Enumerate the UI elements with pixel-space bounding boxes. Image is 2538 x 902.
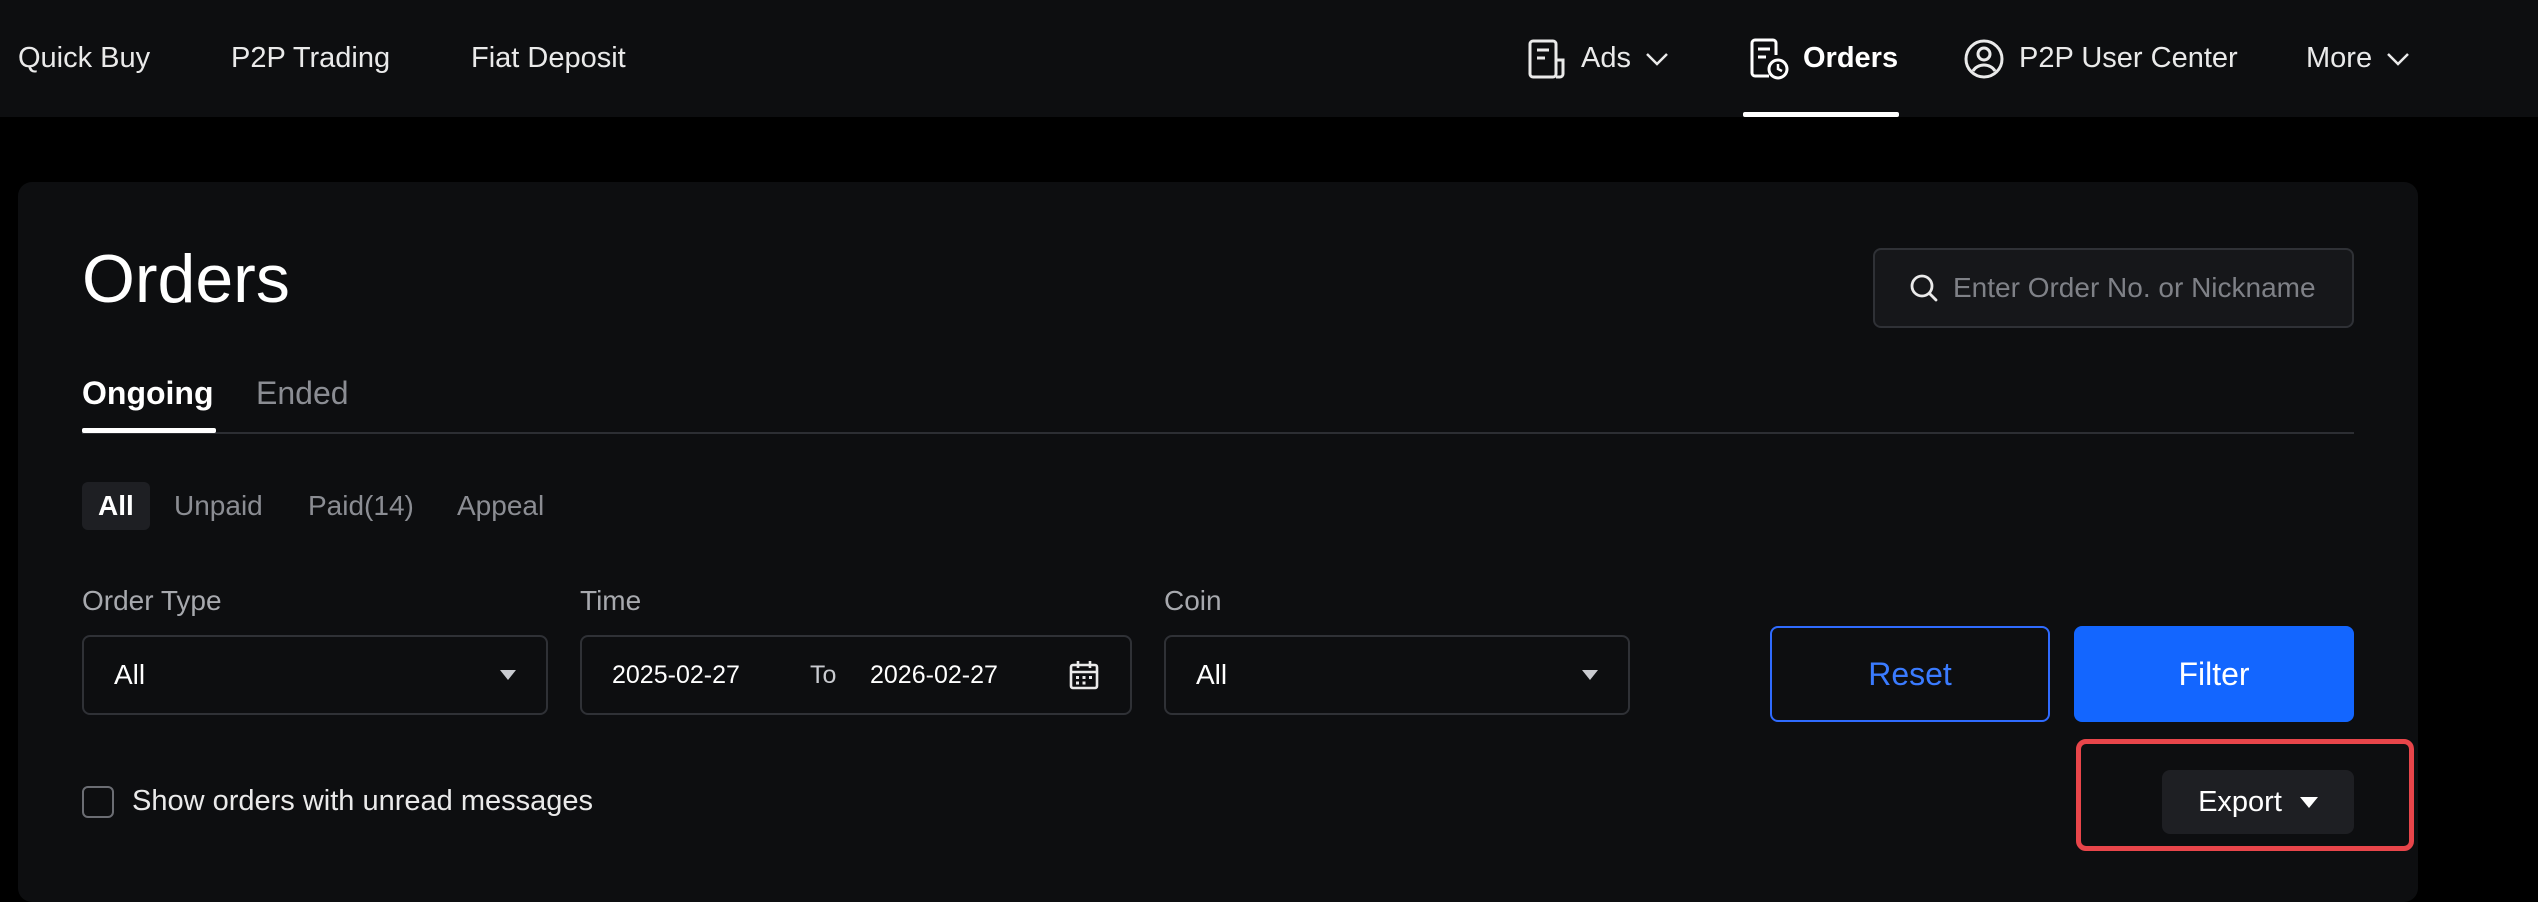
coin-label: Coin <box>1164 585 1222 616</box>
nav-orders[interactable]: Orders <box>1749 0 1898 117</box>
unread-messages-label: Show orders with unread messages <box>132 785 594 817</box>
search-box[interactable] <box>1873 248 2354 328</box>
nav-quick-buy-label: Quick Buy <box>18 42 151 74</box>
reset-button[interactable]: Reset <box>1770 626 2050 722</box>
order-type-select[interactable]: All <box>82 635 548 715</box>
ads-icon <box>1527 38 1567 80</box>
export-label: Export <box>2198 785 2282 818</box>
nav-orders-label: Orders <box>1803 42 1899 74</box>
tabs-divider <box>82 432 2354 434</box>
subtab-appeal[interactable]: Appeal <box>441 482 560 530</box>
calendar-icon[interactable] <box>1068 659 1100 696</box>
date-to-input[interactable]: 2026-02-27 <box>870 637 998 713</box>
caret-down-icon <box>500 670 516 680</box>
export-button[interactable]: Export <box>2162 770 2354 834</box>
order-type-label: Order Type <box>82 585 222 616</box>
search-icon <box>1910 274 1938 302</box>
time-label: Time <box>580 585 642 616</box>
subtab-paid[interactable]: Paid(14) <box>292 482 430 530</box>
search-input[interactable] <box>1951 271 2331 305</box>
date-to-separator: To <box>810 660 837 689</box>
subtab-all[interactable]: All <box>82 482 150 530</box>
nav-more-label: More <box>2306 42 2373 74</box>
unread-messages-option[interactable]: Show orders with unread messages <box>82 785 593 818</box>
tab-ongoing[interactable]: Ongoing <box>82 375 214 412</box>
unread-messages-checkbox[interactable] <box>82 785 114 818</box>
date-from-input[interactable]: 2025-02-27 <box>612 637 740 713</box>
nav-fiat-deposit[interactable]: Fiat Deposit <box>471 0 626 117</box>
chevron-down-icon <box>2386 52 2410 66</box>
coin-select[interactable]: All <box>1164 635 1630 715</box>
user-icon <box>1963 38 2005 80</box>
nav-more[interactable]: More <box>2306 0 2410 117</box>
subtab-unpaid[interactable]: Unpaid <box>158 482 279 530</box>
date-range-picker: 2025-02-27 To 2026-02-27 <box>580 635 1132 715</box>
caret-down-icon <box>1582 670 1598 680</box>
tab-active-indicator <box>82 428 216 433</box>
filter-button[interactable]: Filter <box>2074 626 2354 722</box>
coin-value: All <box>1196 659 1228 690</box>
tab-ended[interactable]: Ended <box>256 375 349 412</box>
nav-p2p-trading[interactable]: P2P Trading <box>231 0 390 117</box>
nav-active-indicator <box>1743 112 1899 117</box>
nav-user-center[interactable]: P2P User Center <box>1963 0 2238 117</box>
chevron-down-icon <box>1645 52 1669 66</box>
nav-fiat-deposit-label: Fiat Deposit <box>471 42 626 74</box>
page-title: Orders <box>82 241 290 317</box>
nav-p2p-trading-label: P2P Trading <box>231 42 391 74</box>
caret-down-icon <box>2299 796 2318 808</box>
nav-ads-label: Ads <box>1581 42 1631 74</box>
order-type-value: All <box>114 659 146 690</box>
nav-ads[interactable]: Ads <box>1527 0 1669 117</box>
nav-user-center-label: P2P User Center <box>2019 42 2238 74</box>
orders-icon <box>1749 37 1789 81</box>
top-nav: Quick Buy P2P Trading Fiat Deposit Ads O… <box>0 0 2538 117</box>
nav-quick-buy[interactable]: Quick Buy <box>18 0 150 117</box>
